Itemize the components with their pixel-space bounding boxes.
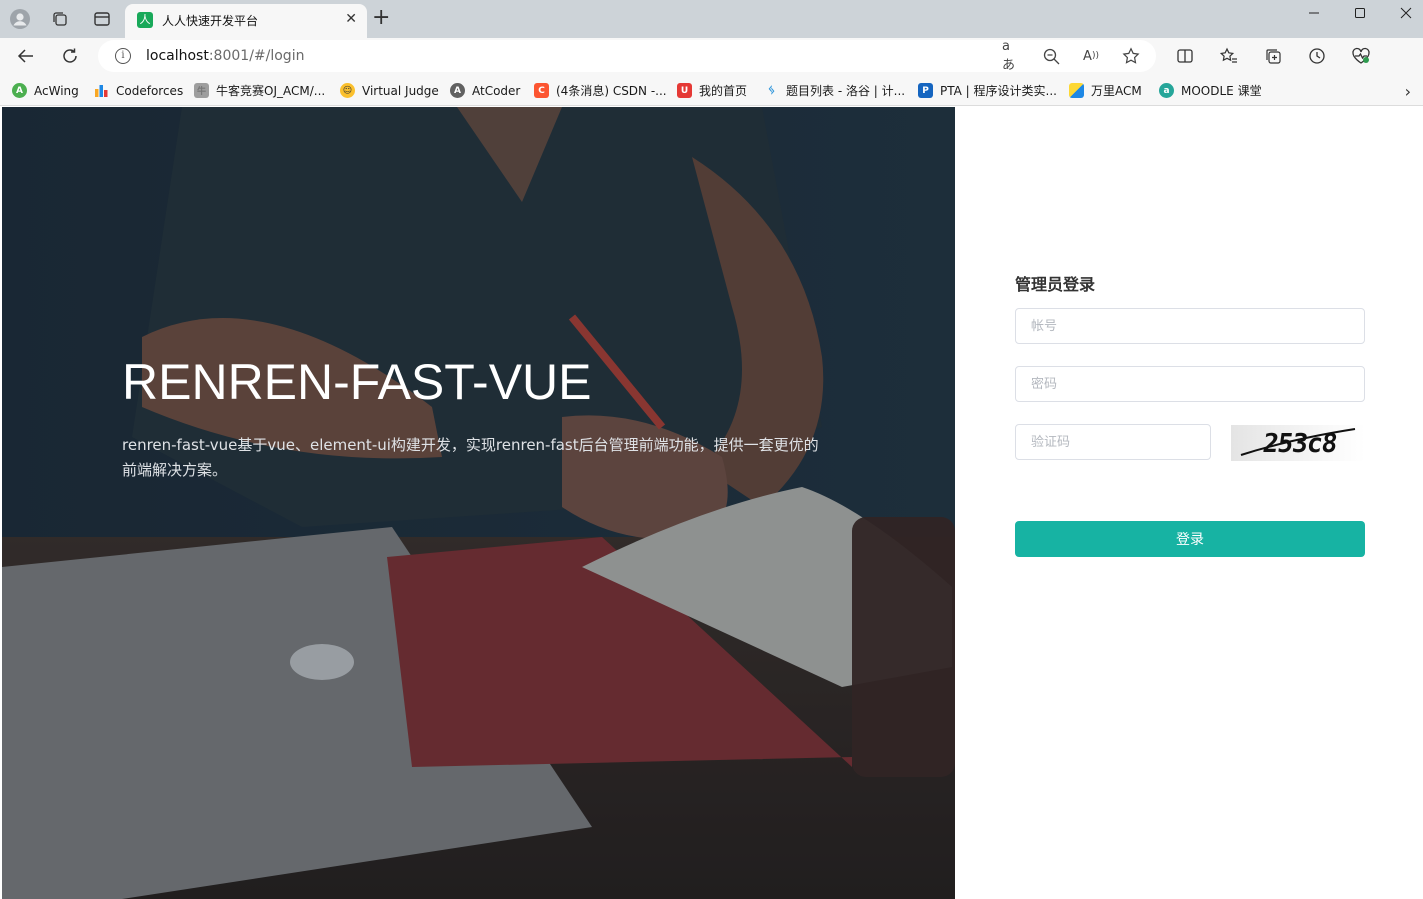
- virtual-judge-icon: ☺: [340, 83, 355, 98]
- bookmark-label: PTA | 程序设计类实...: [940, 84, 1057, 98]
- vertical-tabs-icon[interactable]: [91, 8, 113, 30]
- pta-icon: P: [918, 83, 933, 98]
- bookmark-label: 题目列表 - 洛谷 | 计...: [786, 84, 906, 98]
- collections-icon[interactable]: [1262, 45, 1284, 67]
- captcha-code: 253c8: [1260, 429, 1339, 459]
- bookmark-label: 万里ACM: [1091, 84, 1142, 98]
- active-tab[interactable]: 人 人人快速开发平台 ✕: [125, 4, 367, 38]
- login-title: 管理员登录: [1015, 275, 1096, 294]
- bookmark-wanli-acm[interactable]: 万里ACM: [1069, 82, 1142, 99]
- codeforces-icon: [94, 83, 109, 98]
- bookmark-label: 牛客竞赛OJ_ACM/...: [216, 84, 326, 98]
- browser-toolbar: i localhost:8001/#/login aあ A)): [0, 38, 1423, 74]
- minimize-icon[interactable]: [1291, 0, 1337, 26]
- history-icon[interactable]: [1306, 45, 1328, 67]
- split-screen-icon[interactable]: [1174, 45, 1196, 67]
- favorites-icon[interactable]: [1218, 45, 1240, 67]
- atcoder-icon: A: [450, 83, 465, 98]
- hero-banner: RENREN-FAST-VUE renren-fast-vue基于vue、ele…: [2, 107, 955, 899]
- bookmark-pta[interactable]: P PTA | 程序设计类实...: [918, 82, 1057, 99]
- bookmarks-bar: A AcWing Codeforces 牛牛客竞赛OJ_ACM/... ☺ Virt…: [0, 74, 1423, 106]
- tab-favicon-icon: 人: [137, 12, 153, 28]
- hero-overlay: [2, 107, 955, 899]
- moodle-icon: a: [1159, 83, 1174, 98]
- chevron-right-icon[interactable]: ›: [1405, 82, 1411, 101]
- tab-strip: 人 人人快速开发平台 ✕ +: [0, 0, 1423, 38]
- captcha-input[interactable]: [1015, 424, 1211, 460]
- star-icon[interactable]: [1121, 46, 1141, 66]
- tab-title: 人人快速开发平台: [162, 14, 259, 28]
- info-icon[interactable]: i: [115, 48, 131, 64]
- heart-pulse-icon[interactable]: [1350, 45, 1372, 67]
- workspaces-icon[interactable]: [49, 8, 71, 30]
- hero-description: renren-fast-vue基于vue、element-ui构建开发，实现re…: [122, 436, 819, 479]
- bookmark-atcoder[interactable]: A AtCoder: [450, 82, 520, 99]
- zoom-out-icon[interactable]: [1041, 46, 1061, 66]
- hero-title: RENREN-FAST-VUE: [122, 354, 592, 410]
- translate-icon[interactable]: aあ: [1002, 39, 1022, 73]
- maximize-icon[interactable]: [1337, 0, 1383, 26]
- url-host: localhost: [146, 48, 209, 64]
- read-aloud-icon[interactable]: A)): [1081, 46, 1101, 66]
- bookmark-label: Virtual Judge: [362, 83, 439, 98]
- url-path: :8001/#/login: [208, 48, 305, 64]
- bookmark-label: 我的首页: [699, 84, 748, 98]
- bookmark-label: Codeforces: [116, 83, 184, 98]
- bookmark-virtual-judge[interactable]: ☺ Virtual Judge: [340, 82, 439, 99]
- login-button[interactable]: 登录: [1015, 521, 1365, 557]
- luogu-icon: ᛃ: [767, 83, 776, 98]
- login-page: RENREN-FAST-VUE renren-fast-vue基于vue、ele…: [0, 107, 1423, 899]
- nowcoder-icon: 牛: [194, 83, 209, 98]
- csdn-icon: C: [534, 83, 549, 98]
- bookmark-home[interactable]: U 我的首页: [677, 82, 747, 99]
- password-input[interactable]: [1015, 366, 1365, 402]
- bookmark-codeforces[interactable]: Codeforces: [94, 82, 183, 99]
- captcha-image[interactable]: 253c8: [1231, 425, 1365, 461]
- bookmark-nowcoder[interactable]: 牛牛客竞赛OJ_ACM/...: [194, 82, 325, 99]
- acwing-icon: A: [12, 83, 27, 98]
- bookmark-label: MOODLE 课堂: [1181, 84, 1262, 98]
- bookmark-label: (4条消息) CSDN -...: [556, 84, 667, 98]
- bookmark-csdn[interactable]: C (4条消息) CSDN -...: [534, 82, 667, 99]
- profile-icon[interactable]: [9, 8, 31, 30]
- username-input[interactable]: [1015, 308, 1365, 344]
- bookmark-moodle[interactable]: a MOODLE 课堂: [1159, 82, 1262, 99]
- bookmark-label: AtCoder: [472, 83, 521, 98]
- window-close-icon[interactable]: [1383, 0, 1423, 26]
- bookmark-acwing[interactable]: A AcWing: [12, 82, 79, 99]
- back-arrow-icon[interactable]: [14, 44, 38, 68]
- bookmark-label: AcWing: [34, 83, 79, 98]
- wanli-acm-icon: [1069, 83, 1084, 98]
- url-text[interactable]: localhost:8001/#/login: [146, 48, 304, 64]
- bookmark-luogu[interactable]: ᛃ 题目列表 - 洛谷 | 计...: [764, 82, 905, 99]
- plus-icon[interactable]: +: [372, 6, 390, 30]
- close-icon[interactable]: ✕: [345, 11, 357, 27]
- refresh-icon[interactable]: [58, 44, 82, 68]
- address-bar[interactable]: i localhost:8001/#/login aあ A)): [98, 39, 1156, 73]
- home-page-icon: U: [677, 83, 692, 98]
